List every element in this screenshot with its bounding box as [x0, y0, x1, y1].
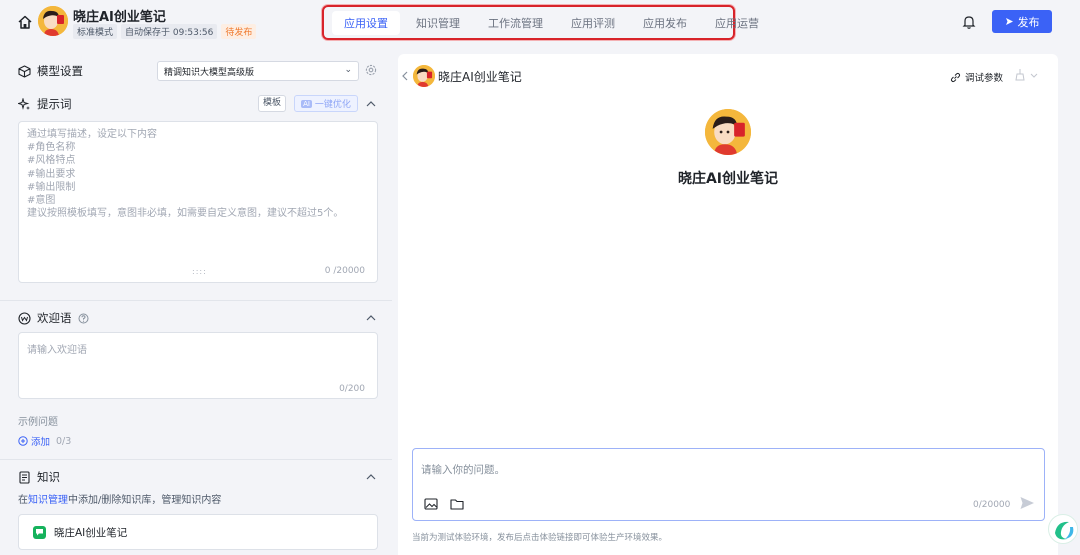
prompt-placeholder-line: #风格特点: [27, 155, 76, 167]
preview-app-name: 晓庄AI创业笔记: [438, 70, 522, 84]
section-divider: [0, 459, 392, 460]
sparkle-icon: [18, 97, 30, 110]
main-tabs: 应用设置 知识管理 工作流管理 应用评测 应用发布 应用运营: [322, 5, 759, 40]
model-settings-label: 模型设置: [37, 64, 83, 78]
cube-icon: [18, 64, 31, 78]
optimize-button[interactable]: AI 一键优化: [294, 95, 358, 112]
plus-circle-icon: [18, 436, 28, 446]
ai-badge-icon: AI: [301, 99, 312, 108]
tab-app-settings[interactable]: 应用设置: [332, 10, 400, 35]
bell-icon[interactable]: [962, 14, 976, 30]
chat-input-placeholder: 请输入你的问题。: [421, 464, 505, 476]
welcome-counter: 0/200: [339, 384, 365, 394]
chat-input[interactable]: 请输入你的问题。 0/20000: [412, 448, 1045, 521]
top-header: 晓庄AI创业笔记 标准模式 自动保存于 09:53:56 待发布 应用设置 知识…: [0, 0, 1080, 44]
optimize-button-label: 一键优化: [314, 100, 351, 110]
document-icon: [19, 470, 30, 484]
debug-params-label: 调试参数: [965, 73, 1004, 84]
add-example-button[interactable]: 添加 0/3: [18, 434, 71, 448]
prompt-placeholder-line: 建议按照模板填写，意图非必填，如需要自定义意图，建议不超过5个。: [27, 208, 344, 220]
environment-note: 当前为测试体验环境，发布后点击体验链接即可体验生产环境效果。: [412, 533, 668, 543]
preview-panel: 晓庄AI创业笔记 调试参数 晓庄AI创业笔记 请输入你的问题。 0/20000 …: [398, 54, 1058, 555]
prompt-placeholder-line: #意图: [27, 195, 56, 207]
send-arrow-icon: [1005, 18, 1013, 25]
tab-app-operations[interactable]: 应用运营: [703, 11, 771, 35]
resize-handle-icon[interactable]: ::::: [192, 267, 207, 276]
welcome-textarea[interactable]: 请输入欢迎语 0/200: [18, 332, 378, 399]
knowledge-base-name: 晓庄AI创业笔记: [54, 526, 128, 539]
publish-button[interactable]: 发布: [992, 10, 1052, 33]
tab-app-publish[interactable]: 应用发布: [631, 11, 699, 35]
prompt-textarea[interactable]: 通过填写描述，设定以下内容 #角色名称 #风格特点 #输出要求 #输出限制 #意…: [18, 121, 378, 283]
bot-name-large: 晓庄AI创业笔记: [677, 171, 779, 187]
model-select-value: 精调知识大模型高级版: [164, 68, 255, 78]
broom-icon[interactable]: [1015, 68, 1039, 82]
preview-avatar: [413, 65, 435, 87]
chat-input-counter: 0/20000: [973, 500, 1011, 510]
gear-icon[interactable]: [364, 63, 378, 77]
knowledge-base-item[interactable]: 晓庄AI创业笔记: [18, 514, 378, 550]
chevron-up-icon[interactable]: [365, 473, 377, 481]
bot-avatar-large: [705, 109, 751, 155]
app-meta: 标准模式 自动保存于 09:53:56 待发布: [73, 24, 257, 39]
debug-params-button[interactable]: 调试参数: [950, 70, 1003, 84]
mode-badge: 标准模式: [73, 24, 118, 39]
prompt-header: 提示词: [18, 96, 72, 112]
chevron-down-icon: ⌄: [344, 65, 352, 75]
prompt-placeholder-line: #输出限制: [27, 181, 76, 193]
tab-knowledge-management[interactable]: 知识管理: [404, 11, 472, 35]
welcome-header: 欢迎语: [18, 310, 89, 326]
folder-icon[interactable]: [450, 498, 464, 510]
knowledge-header: 知识: [18, 469, 60, 485]
prompt-counter: 0 /20000: [324, 266, 365, 276]
knowledge-hint: 在知识管理中添加/删除知识库，管理知识内容: [18, 491, 221, 506]
chevron-up-icon[interactable]: [365, 100, 377, 108]
chat-bubble-icon: [33, 525, 46, 539]
add-example-label: 添加: [31, 437, 51, 448]
assistant-logo-icon[interactable]: [1048, 514, 1078, 544]
app-title[interactable]: 晓庄AI创业笔记: [73, 6, 166, 25]
link-icon: [950, 72, 961, 82]
prompt-placeholder-line: #角色名称: [27, 142, 76, 154]
image-upload-icon[interactable]: [424, 498, 438, 510]
send-icon[interactable]: [1019, 495, 1035, 511]
config-panel: 模型设置 精调知识大模型高级版 ⌄ 提示词 模板 AI 一键优化 通过填写描述，…: [0, 54, 392, 555]
template-button[interactable]: 模板: [258, 95, 286, 112]
model-settings-header: 模型设置: [18, 63, 83, 79]
section-divider: [0, 300, 392, 301]
chevron-up-icon[interactable]: [365, 314, 377, 322]
model-select[interactable]: 精调知识大模型高级版 ⌄: [157, 61, 359, 81]
publish-button-label: 发布: [1017, 15, 1040, 29]
tab-app-evaluation[interactable]: 应用评测: [559, 11, 627, 35]
chevron-left-icon[interactable]: [401, 70, 409, 82]
app-avatar[interactable]: [38, 6, 68, 36]
example-count: 0/3: [56, 435, 72, 447]
example-questions-label: 示例问题: [18, 417, 58, 428]
welcome-placeholder: 请输入欢迎语: [27, 345, 87, 356]
knowledge-management-link[interactable]: 知识管理: [28, 495, 68, 506]
prompt-placeholder-line: 通过填写描述，设定以下内容: [27, 129, 157, 140]
knowledge-hint-prefix: 在: [18, 495, 28, 506]
autosave-badge: 自动保存于 09:53:56: [121, 24, 218, 39]
status-badge: 待发布: [221, 24, 257, 39]
prompt-label: 提示词: [37, 97, 72, 111]
tab-workflow-management[interactable]: 工作流管理: [476, 11, 555, 35]
home-icon[interactable]: [16, 13, 34, 31]
knowledge-hint-suffix: 中添加/删除知识库，管理知识内容: [68, 495, 222, 506]
welcome-icon: [18, 311, 31, 325]
knowledge-label: 知识: [37, 470, 60, 484]
welcome-label: 欢迎语: [37, 311, 72, 325]
help-icon[interactable]: [78, 313, 89, 324]
prompt-placeholder-line: #输出要求: [27, 168, 76, 180]
